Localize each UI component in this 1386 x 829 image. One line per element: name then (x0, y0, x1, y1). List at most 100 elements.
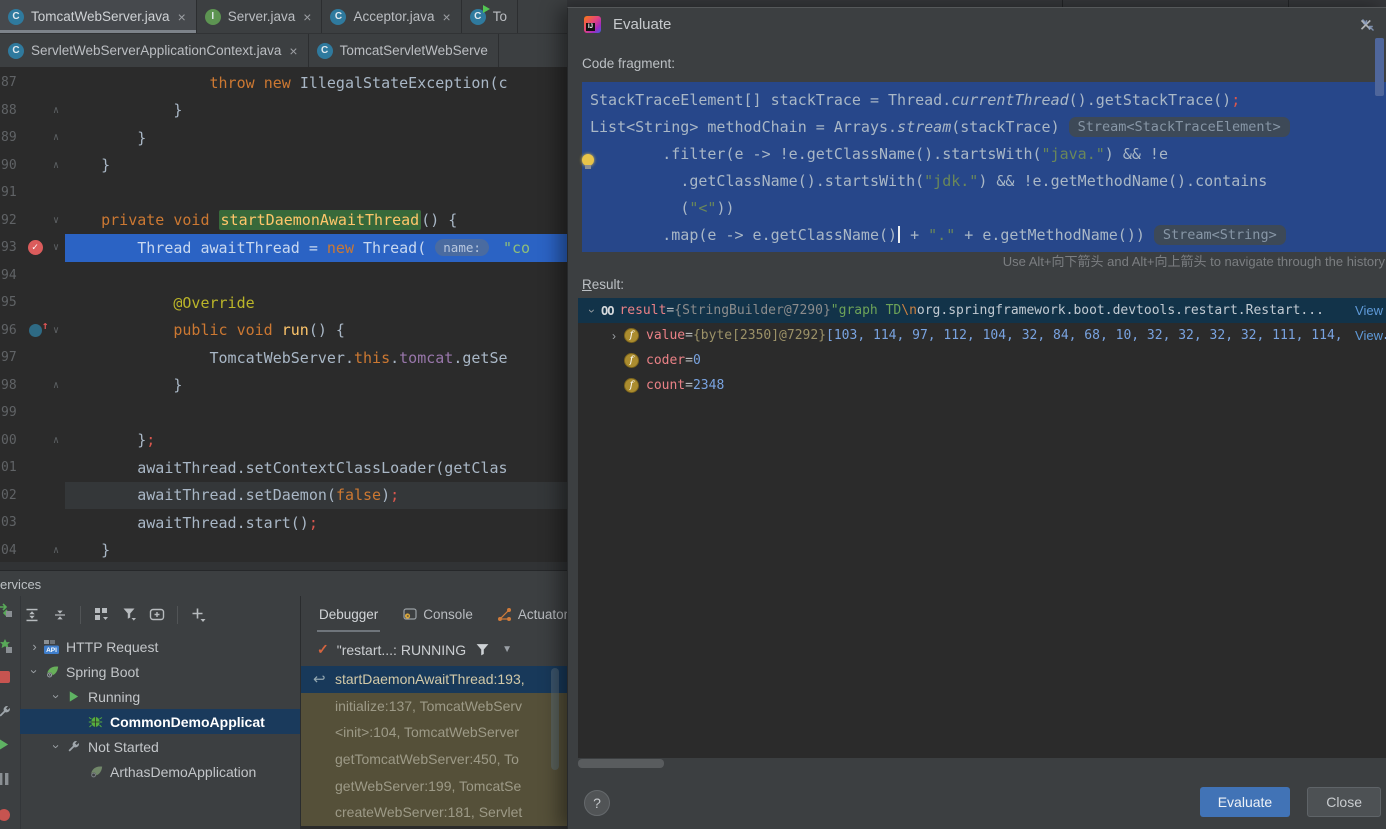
add-plus-icon[interactable] (190, 607, 206, 623)
editor-line[interactable]: 98∧ } (0, 372, 567, 400)
services-tree-row[interactable]: ›Spring Boot (20, 659, 300, 684)
code-fragment-editor[interactable]: StackTraceElement[] stackTrace = Thread.… (582, 82, 1386, 252)
fold-marker-icon[interactable]: ∧ (47, 160, 65, 171)
editor-line[interactable]: 03 awaitThread.start(); (0, 509, 567, 537)
editor-line[interactable]: 96∨ public void run() { (0, 317, 567, 345)
result-tree-row[interactable]: ›fvalue = {byte[2350]@7292} [103, 114, 9… (578, 323, 1386, 348)
tab-console[interactable]: Console (402, 596, 473, 632)
fold-marker-icon[interactable]: ∧ (47, 132, 65, 143)
rerun-icon[interactable] (0, 602, 13, 618)
group-grid-icon[interactable] (93, 607, 109, 623)
editor-row1-tab[interactable]: CAcceptor.java× (322, 0, 461, 33)
editor-row2-tab[interactable]: CTomcatServletWebServe (309, 34, 499, 67)
result-horizontal-scrollbar[interactable] (578, 759, 664, 768)
services-tree-row[interactable]: ›Not Started (20, 734, 300, 759)
editor-line[interactable]: 94 (0, 262, 567, 290)
close-tab-icon[interactable]: × (178, 9, 186, 25)
editor-bottom-scroll-track[interactable] (0, 562, 567, 570)
editor-line[interactable]: 92∨ private void startDaemonAwaitThread(… (0, 207, 567, 235)
close-tab-icon[interactable]: × (289, 43, 297, 59)
frames-scrollbar[interactable] (551, 668, 559, 770)
help-button[interactable]: ? (584, 790, 610, 816)
editor-line[interactable]: 04∧ } (0, 537, 567, 565)
result-tree-row[interactable]: fcount = 2348 (578, 373, 1386, 398)
services-tree-row[interactable]: CommonDemoApplicat (20, 709, 300, 734)
play-icon (65, 689, 82, 705)
editor-line[interactable]: 00∧ }; (0, 427, 567, 455)
frame-row[interactable]: ↩startDaemonAwaitThread:193, (301, 666, 568, 693)
frame-row[interactable]: initialize:137, TomcatWebServ (301, 693, 568, 720)
editor-line[interactable]: 99 (0, 399, 567, 427)
add-frame-icon[interactable] (149, 607, 165, 623)
editor-row1-tab[interactable]: IServer.java× (197, 0, 323, 33)
run-icon[interactable] (0, 738, 13, 754)
view-link[interactable]: View (1347, 323, 1383, 348)
fold-marker-icon[interactable]: ∧ (47, 435, 65, 446)
stop-icon[interactable] (0, 670, 13, 686)
evaluate-button[interactable]: Evaluate (1200, 787, 1290, 817)
frame-row[interactable]: <init>:104, TomcatWebServer (301, 719, 568, 746)
editor-row2-tab[interactable]: CServletWebServerApplicationContext.java… (0, 34, 309, 67)
pause-icon[interactable] (0, 772, 13, 788)
editor-row1-tab[interactable]: CTomcatWebServer.java× (0, 0, 197, 33)
intention-bulb-icon[interactable] (582, 154, 594, 166)
close-tab-icon[interactable]: × (303, 9, 311, 25)
tab-label: Acceptor.java (353, 9, 434, 24)
tree-chevron-icon[interactable]: › (27, 663, 42, 680)
services-tree-row[interactable]: ArthasDemoApplication (20, 759, 300, 784)
code-line-text (65, 399, 567, 427)
close-button[interactable]: Close (1307, 787, 1381, 817)
tree-chevron-icon[interactable]: › (606, 329, 622, 343)
collapse-expand-icon[interactable] (1361, 18, 1375, 32)
tab-actuator[interactable]: Actuator (497, 596, 568, 632)
expand-all-icon[interactable] (24, 607, 40, 623)
tree-chevron-icon[interactable]: › (49, 688, 64, 705)
editor-line[interactable]: 01 awaitThread.setContextClassLoader(get… (0, 454, 567, 482)
tree-chevron-icon[interactable]: › (49, 738, 64, 755)
filter-funnel-icon[interactable] (121, 607, 137, 623)
frame-row[interactable]: createWebServer:181, Servlet (301, 799, 568, 826)
frames-filter-funnel-icon[interactable] (474, 642, 490, 658)
code-fragment-scrollbar[interactable] (1375, 38, 1384, 96)
class-icon: C (317, 43, 333, 59)
view-link[interactable]: View (1347, 298, 1383, 323)
breakpoint-icon[interactable]: ✓ (28, 240, 43, 255)
close-tab-icon[interactable]: × (443, 9, 451, 25)
debug-session-row[interactable]: ✓ "restart...: RUNNING ▼ (301, 633, 568, 666)
session-chevron-down-icon[interactable]: ▼ (502, 644, 512, 655)
services-tree-row[interactable]: ›APIHTTP Request (20, 634, 300, 659)
code-token: ().getStackTrace() (1069, 91, 1232, 109)
frame-row[interactable]: getTomcatWebServer:450, To (301, 746, 568, 773)
editor-line[interactable]: 89∧ } (0, 124, 567, 152)
tree-chevron-icon[interactable]: › (585, 303, 599, 319)
editor-line[interactable]: 02 awaitThread.setDaemon(false); (0, 482, 567, 510)
editor-line[interactable]: 93✓∨ Thread awaitThread = new Thread( na… (0, 234, 567, 262)
result-tree-row[interactable]: fcoder = 0 (578, 348, 1386, 373)
debugger-tab-bar: Debugger Console Actuator (301, 596, 568, 632)
fold-marker-icon[interactable]: ∨ (47, 325, 65, 336)
tab-label: TomcatWebServer.java (31, 9, 170, 24)
editor-line[interactable]: 91 (0, 179, 567, 207)
fold-marker-icon[interactable]: ∨ (47, 215, 65, 226)
tree-chevron-icon[interactable]: › (26, 639, 43, 654)
services-tree-row[interactable]: ›Running (20, 684, 300, 709)
editor-line[interactable]: 87 throw new IllegalStateException(c (0, 69, 567, 97)
rerun-debug-icon[interactable] (0, 638, 13, 654)
result-tree-row[interactable]: ›OOresult = {StringBuilder@7290} "graph … (578, 298, 1386, 323)
collapse-all-icon[interactable] (52, 607, 68, 623)
fold-marker-icon[interactable]: ∧ (47, 545, 65, 556)
override-marker-icon[interactable] (29, 324, 42, 337)
editor-row1-tab[interactable]: CTo (462, 0, 518, 33)
fold-marker-icon[interactable]: ∧ (47, 105, 65, 116)
fold-marker-icon[interactable]: ∧ (47, 380, 65, 391)
wrench-icon[interactable] (0, 704, 13, 720)
editor-line[interactable]: 97 TomcatWebServer.this.tomcat.getSe (0, 344, 567, 372)
tab-debugger[interactable]: Debugger (319, 596, 378, 632)
frame-row[interactable]: getWebServer:199, TomcatSe (301, 772, 568, 799)
fold-marker-icon[interactable]: ∨ (47, 242, 65, 253)
editor-line[interactable]: 90∧ } (0, 152, 567, 180)
editor-line[interactable]: 88∧ } (0, 97, 567, 125)
code-editor[interactable]: 87 throw new IllegalStateException(c88∧ … (0, 67, 567, 564)
editor-line[interactable]: 95 @Override (0, 289, 567, 317)
reddot-icon[interactable] (0, 808, 13, 824)
